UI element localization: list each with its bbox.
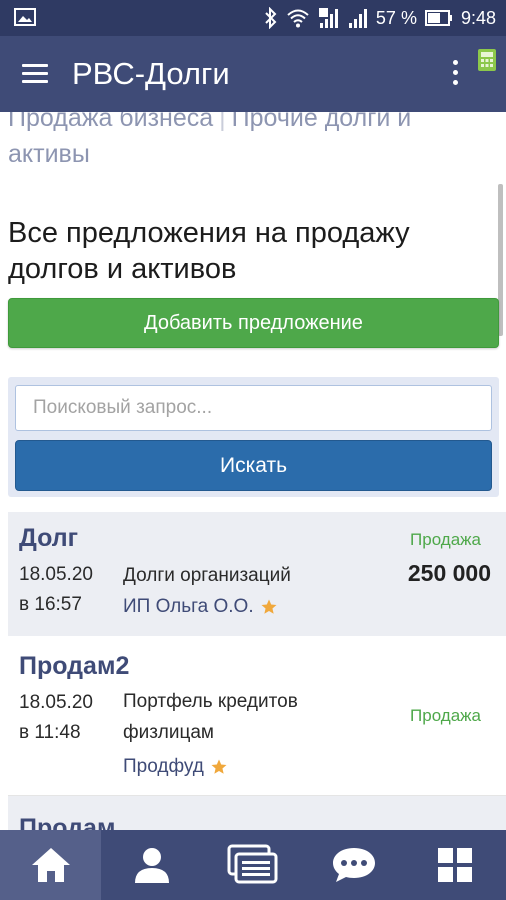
search-button[interactable]: Искать	[15, 440, 492, 491]
more-vert-icon[interactable]	[450, 60, 460, 90]
profile-icon	[134, 848, 169, 883]
list-item[interactable]: Долг 18.05.20 в 16:57 Долги организаций …	[8, 512, 506, 636]
nav-home[interactable]	[0, 830, 102, 900]
search-panel: Искать	[8, 377, 499, 497]
add-offer-button[interactable]: Добавить предложение	[8, 298, 499, 348]
item-description: Портфель кредитов физлицам	[123, 691, 298, 743]
item-price: 250 000	[407, 560, 491, 586]
clock: 9:48	[460, 7, 496, 28]
main-content[interactable]: Продажа бизнеса | Прочие долги и активы Вс…	[0, 112, 506, 830]
search-input[interactable]	[15, 385, 492, 431]
gallery-icon	[14, 8, 36, 26]
item-description: Долги организаций	[123, 565, 291, 586]
signal-icon	[318, 8, 338, 28]
battery-icon	[424, 10, 452, 26]
item-date: 18.05.20	[19, 564, 93, 585]
item-author[interactable]: ИП Ольга О.О.	[123, 596, 278, 618]
calculator-icon[interactable]	[477, 48, 497, 72]
signal-icon	[348, 9, 367, 28]
home-icon	[31, 848, 70, 882]
star-icon	[261, 599, 277, 614]
list-item[interactable]: Продам	[8, 796, 506, 830]
nav-apps[interactable]	[405, 830, 506, 900]
item-title: Долг	[19, 524, 79, 552]
app-screen: 57 % 9:48 РВС-Долги Продажа бизнеса | Пр…	[0, 0, 506, 900]
menu-icon[interactable]	[22, 64, 48, 84]
item-time: в 16:57	[19, 594, 82, 615]
item-time: в 11:48	[19, 722, 81, 743]
item-author-name: ИП Ольга О.О.	[123, 596, 254, 617]
bottom-nav	[0, 830, 506, 900]
item-type: Продажа	[410, 530, 481, 549]
item-title: Продам2	[19, 652, 130, 680]
battery-percent: 57 %	[375, 7, 417, 28]
item-author[interactable]: Продфуд	[123, 756, 228, 778]
nav-profile[interactable]	[101, 830, 202, 900]
apps-icon	[438, 848, 473, 882]
nav-offers[interactable]	[202, 830, 303, 900]
status-icons: 57 % 9:48	[264, 0, 496, 36]
list-icon	[227, 844, 278, 884]
wifi-icon	[287, 9, 309, 28]
item-type: Продажа	[410, 706, 481, 725]
list-item[interactable]: Продам2 18.05.20 в 11:48 Портфель кредит…	[8, 636, 506, 796]
category-separator: |	[219, 112, 226, 132]
item-title: Продам	[19, 814, 116, 830]
status-bar: 57 % 9:48	[0, 0, 506, 36]
page-title: Все предложения на продажу долгов и акти…	[8, 217, 410, 285]
category-link-business[interactable]: Продажа бизнеса	[8, 112, 213, 132]
item-author-name: Продфуд	[123, 756, 204, 777]
bluetooth-icon	[265, 7, 277, 29]
item-date: 18.05.20	[19, 692, 93, 713]
app-bar: РВС-Долги	[0, 36, 506, 112]
app-title: РВС-Долги	[72, 56, 230, 91]
chat-icon	[333, 848, 376, 882]
star-icon	[211, 759, 227, 774]
category-links: Продажа бизнеса | Прочие долги и активы	[8, 112, 488, 172]
nav-chat[interactable]	[304, 830, 405, 900]
